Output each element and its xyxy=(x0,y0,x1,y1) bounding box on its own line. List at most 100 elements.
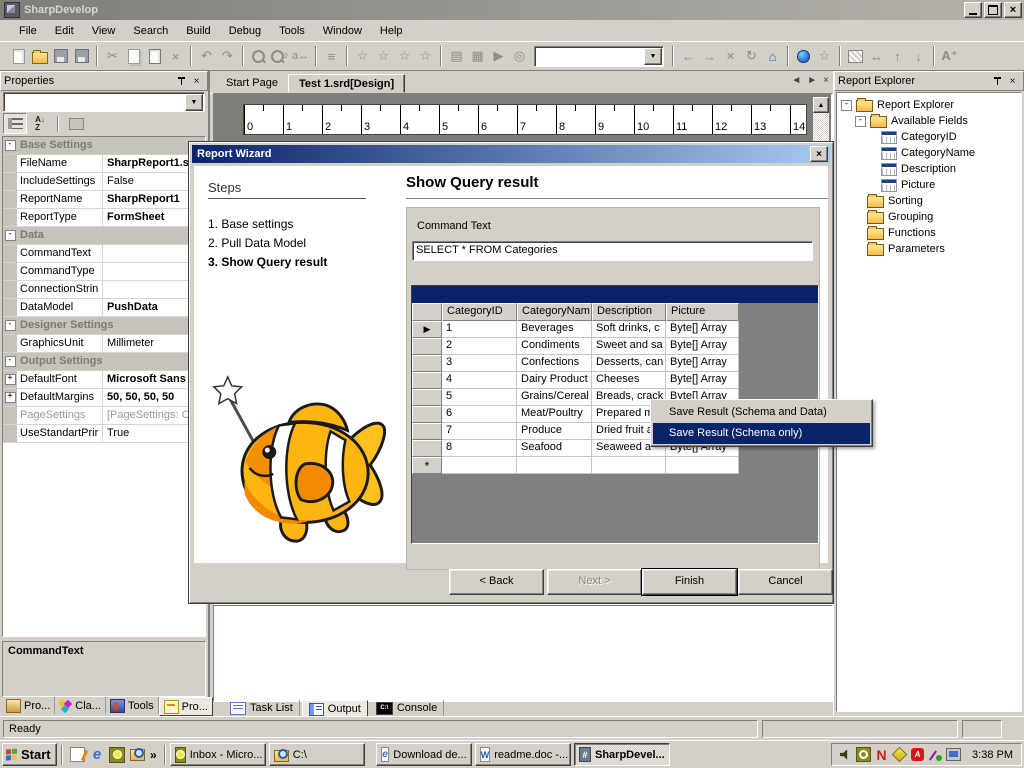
open-file-icon[interactable] xyxy=(29,46,50,66)
property-row[interactable]: ReportTypeFormSheet xyxy=(3,209,205,227)
nav-back-icon[interactable]: ← xyxy=(678,46,699,66)
column-header[interactable]: Description xyxy=(592,303,666,321)
clear-bookmarks-icon[interactable]: ☆ xyxy=(415,46,436,66)
tree-item-sorting[interactable]: Sorting xyxy=(837,193,1021,209)
taskbar-button-explorer[interactable]: C:\ xyxy=(269,743,365,766)
property-row[interactable]: IncludeSettingsFalse xyxy=(3,173,205,191)
tree-item-picture[interactable]: Picture xyxy=(837,177,1021,193)
find-in-files-icon[interactable]: 2 xyxy=(269,46,290,66)
pin-icon[interactable] xyxy=(174,75,189,88)
taskbar-button-sharpdevelop[interactable]: #SharpDevel... xyxy=(574,743,670,766)
back-button[interactable]: < Back xyxy=(449,569,544,595)
quicklaunch-journal-icon[interactable] xyxy=(68,746,86,764)
tree-item-grouping[interactable]: Grouping xyxy=(837,209,1021,225)
property-row[interactable]: DataModelPushData xyxy=(3,299,205,317)
menu-item-save-schema-and-data[interactable]: Save Result (Schema and Data) xyxy=(653,402,870,423)
taskbar-button-readme[interactable]: Wreadme.doc -... xyxy=(475,743,571,766)
property-pages-icon[interactable] xyxy=(65,114,87,133)
tab-console[interactable]: C:\Console xyxy=(370,700,444,716)
grid-row[interactable]: 3ConfectionsDesserts, canByte[] Array xyxy=(412,355,818,372)
categorized-view-icon[interactable] xyxy=(3,113,27,134)
volume-icon[interactable] xyxy=(838,747,853,762)
menu-debug[interactable]: Debug xyxy=(220,22,270,40)
replace-icon[interactable]: a↔ xyxy=(290,46,311,66)
radio-icon[interactable] xyxy=(856,747,871,762)
close-button[interactable]: × xyxy=(1004,2,1022,18)
wand-icon[interactable] xyxy=(928,747,943,762)
menu-build[interactable]: Build xyxy=(177,22,219,40)
move-down-icon[interactable]: ↓ xyxy=(908,46,929,66)
tab-task-list[interactable]: Task List xyxy=(224,700,300,716)
save-all-icon[interactable] xyxy=(71,46,92,66)
grid-row[interactable]: ▶ 1BeveragesSoft drinks, cByte[] Array xyxy=(412,321,818,338)
menu-search[interactable]: Search xyxy=(124,22,177,40)
quicklaunch-outlook-icon[interactable] xyxy=(108,746,126,764)
new-file-icon[interactable] xyxy=(8,46,29,66)
property-row[interactable]: +DefaultFontMicrosoft Sans S xyxy=(3,371,205,389)
tab-start-page[interactable]: Start Page xyxy=(216,74,288,93)
menu-window[interactable]: Window xyxy=(314,22,371,40)
wizard-close-icon[interactable]: × xyxy=(810,146,828,162)
menu-tools[interactable]: Tools xyxy=(270,22,314,40)
toggle-bookmark-icon[interactable]: ☆ xyxy=(352,46,373,66)
tree-item-available-fields[interactable]: -Available Fields xyxy=(837,113,1021,129)
grid-row[interactable]: 2CondimentsSweet and saByte[] Array xyxy=(412,338,818,355)
tree-item-parameters[interactable]: Parameters xyxy=(837,241,1021,257)
tree-item-report-explorer[interactable]: -Report Explorer xyxy=(837,97,1021,113)
property-category[interactable]: -Base Settings xyxy=(3,137,205,155)
copy-icon[interactable] xyxy=(123,46,144,66)
cut-icon[interactable]: ✂ xyxy=(102,46,123,66)
object-selector-combobox[interactable]: ▼ xyxy=(3,92,205,112)
ati-icon[interactable]: A xyxy=(910,747,925,762)
wizard-titlebar[interactable]: Report Wizard × xyxy=(192,145,830,163)
tab-close-icon[interactable]: × xyxy=(823,75,829,86)
image-icon[interactable] xyxy=(845,46,866,66)
properties-close-icon[interactable]: × xyxy=(189,75,204,88)
find-icon[interactable] xyxy=(248,46,269,66)
tab-properties[interactable]: Pro... xyxy=(159,697,213,716)
property-category[interactable]: -Output Settings xyxy=(3,353,205,371)
property-category[interactable]: -Data xyxy=(3,227,205,245)
run-icon[interactable]: ▶ xyxy=(488,46,509,66)
toolbar-combobox[interactable]: ▼ xyxy=(534,46,664,67)
comment-region-icon[interactable]: ≡ xyxy=(321,46,342,66)
move-up-icon[interactable]: ↑ xyxy=(887,46,908,66)
property-row[interactable]: +DefaultMargins50, 50, 50, 50 xyxy=(3,389,205,407)
quicklaunch-ie-icon[interactable]: e xyxy=(88,746,106,764)
web-browser-icon[interactable] xyxy=(793,46,814,66)
property-row[interactable]: ConnectionStrin xyxy=(3,281,205,299)
output-pane[interactable] xyxy=(213,605,833,702)
netscape-icon[interactable]: N xyxy=(874,747,889,762)
diamond-icon[interactable] xyxy=(892,747,907,762)
report-explorer-close-icon[interactable]: × xyxy=(1005,75,1020,88)
cancel-button[interactable]: Cancel xyxy=(738,569,833,595)
property-category[interactable]: -Designer Settings xyxy=(3,317,205,335)
undo-icon[interactable]: ↶ xyxy=(196,46,217,66)
property-row[interactable]: ReportNameSharpReport1 xyxy=(3,191,205,209)
network-icon[interactable] xyxy=(946,747,961,762)
object-selector-dropdown-icon[interactable]: ▼ xyxy=(185,94,203,111)
minimize-button[interactable] xyxy=(964,2,982,18)
nav-forward-icon[interactable]: → xyxy=(699,46,720,66)
tab-design[interactable]: Test 1.srd[Design] xyxy=(288,74,405,93)
tree-item-categoryid[interactable]: CategoryID xyxy=(837,129,1021,145)
grid-new-row[interactable]: * xyxy=(412,457,818,474)
taskbar-button-inbox[interactable]: Inbox - Micro... xyxy=(170,743,266,766)
row-selector-icon[interactable]: ▶ xyxy=(412,321,442,338)
nav-stop-icon[interactable]: ✕ xyxy=(720,46,741,66)
redo-icon[interactable]: ↷ xyxy=(217,46,238,66)
macro-keys-icon[interactable]: ▤ xyxy=(446,46,467,66)
start-button[interactable]: Start xyxy=(2,743,57,766)
column-header[interactable]: CategoryNam xyxy=(517,303,592,321)
tab-scroll-left-icon[interactable]: ◄ xyxy=(791,75,801,86)
quicklaunch-search-icon[interactable] xyxy=(128,746,146,764)
grid-row[interactable]: 4Dairy ProductCheesesByte[] Array xyxy=(412,372,818,389)
tab-classes[interactable]: Cla... xyxy=(55,697,106,714)
menu-file[interactable]: File xyxy=(10,22,46,40)
column-header[interactable]: CategoryID xyxy=(442,303,517,321)
tree-item-categoryname[interactable]: CategoryName xyxy=(837,145,1021,161)
restore-button[interactable] xyxy=(984,2,1002,18)
tab-projects[interactable]: Pro... xyxy=(2,697,55,714)
paste-icon[interactable] xyxy=(144,46,165,66)
alphabetical-sort-icon[interactable]: A↓Z xyxy=(29,114,51,133)
